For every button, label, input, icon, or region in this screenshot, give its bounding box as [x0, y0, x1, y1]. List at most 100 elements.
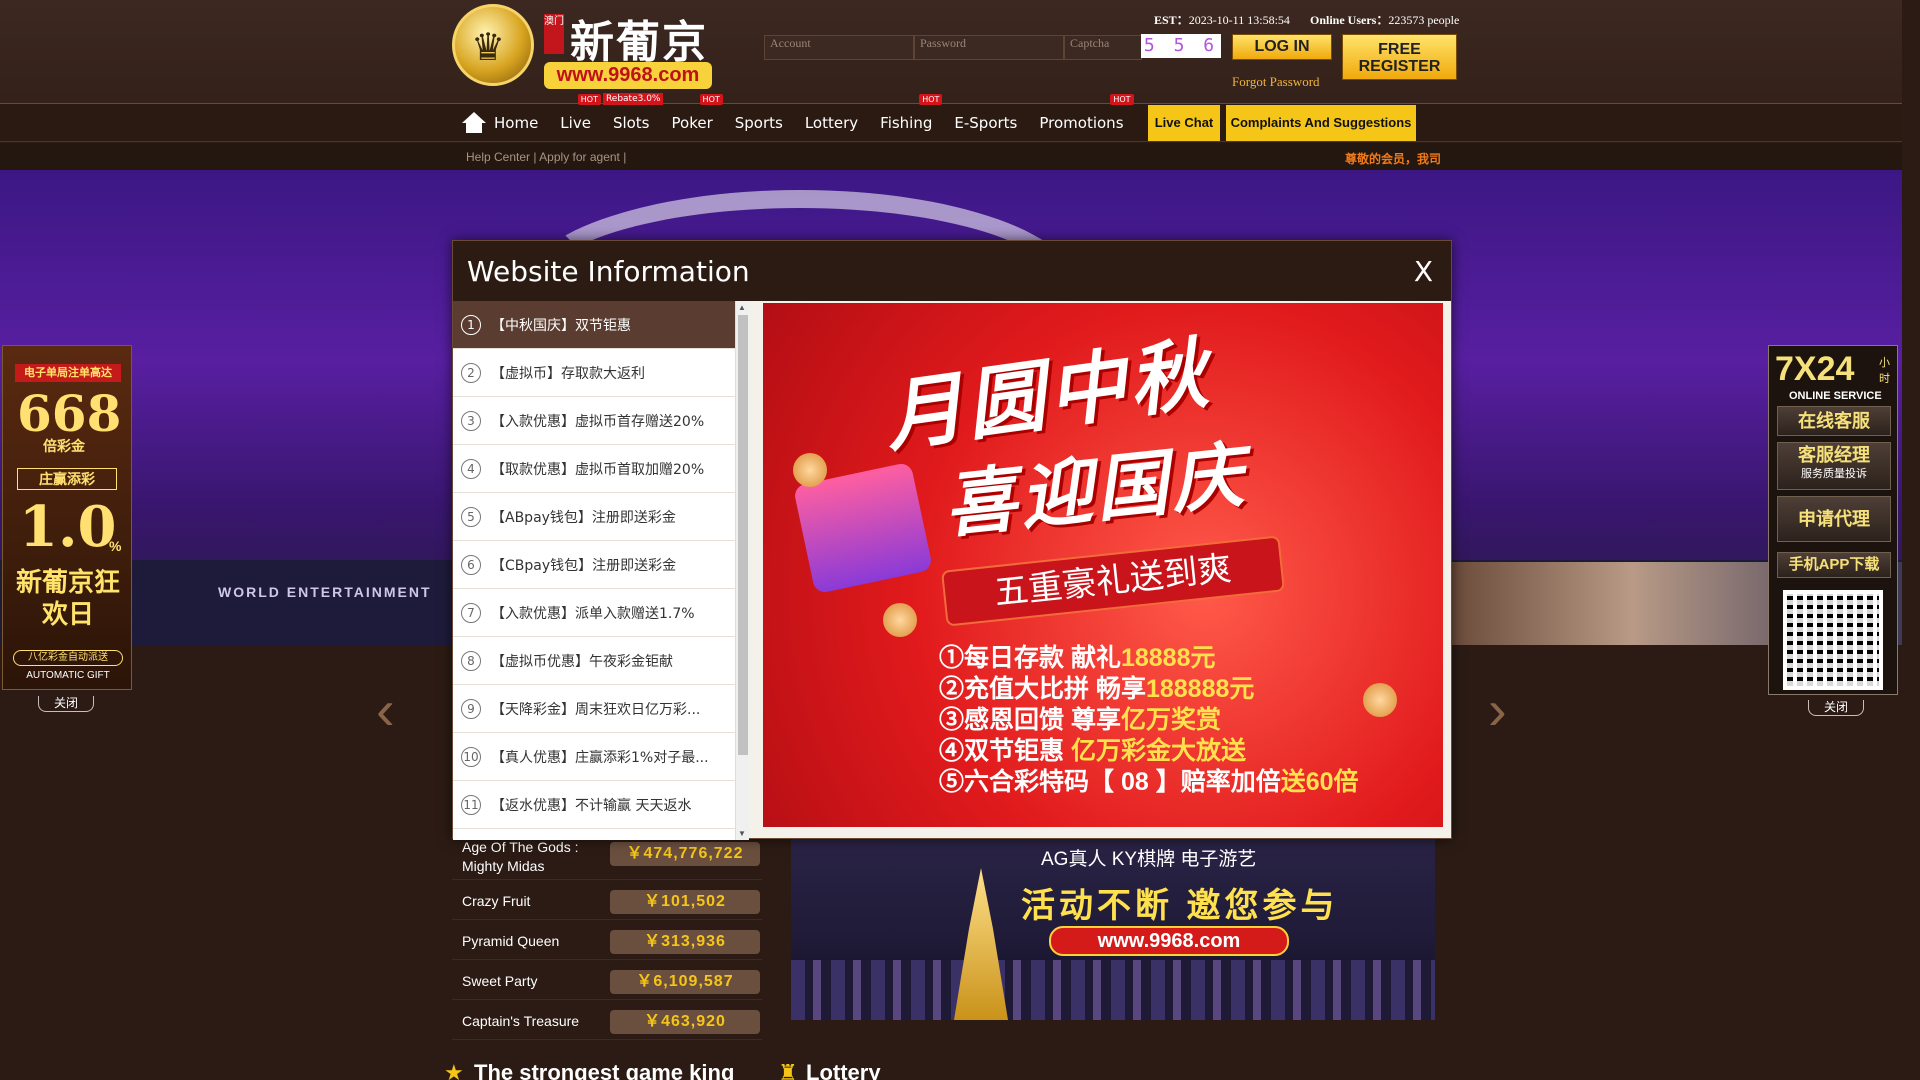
modal-title: Website Information [467, 255, 750, 288]
nav-promotions[interactable]: Promotions HOT [1039, 94, 1134, 132]
announcement-item[interactable]: 5 【ABpay钱包】注册即送彩金 [453, 493, 735, 541]
sub-nav: Help Center | Apply for agent | 尊敬的会员，我司 [0, 143, 1902, 170]
lf-unit: 倍彩金 [43, 438, 85, 454]
announcement-item[interactable]: 7 【入款优惠】派单入款赠送1.7% [453, 589, 735, 637]
site-logo[interactable]: ♛ 澳门 新葡京 www.9968.com [452, 4, 712, 90]
announcement-marquee[interactable]: 尊敬的会员，我司 [1345, 150, 1441, 167]
password-input[interactable]: Password [914, 35, 1064, 60]
coin-icon [1363, 683, 1397, 717]
promo2-mid: 活动不断 邀您参与 [1021, 887, 1339, 925]
promo-poster: 月圆中秋 喜迎国庆 五重豪礼送到爽 ①每日存款 献礼18888元 ②充值大比拼 … [763, 303, 1443, 827]
nav-slots[interactable]: Slots Rebate3.0% [602, 93, 664, 132]
hot-badge: HOT [699, 94, 723, 105]
live-chat-button[interactable]: Live Chat [1148, 105, 1220, 141]
lf-auto-cn: 八亿彩金自动派送 [13, 650, 123, 666]
separator: | [623, 150, 627, 164]
app-download-button[interactable]: 手机APP下载 [1777, 552, 1891, 578]
right-float-close-button[interactable]: 关闭 [1808, 700, 1864, 716]
apply-agent-link[interactable]: Apply for agent [539, 150, 620, 164]
lf-pct: % [109, 538, 122, 554]
section-title-lottery: Lottery [806, 1060, 881, 1080]
lf-title: 电子单局注单高达 [15, 364, 121, 382]
lf-rate: 1.0 [19, 494, 117, 560]
est-clock: EST：2023-10-11 13:58:54 [1154, 13, 1290, 27]
announcement-item[interactable]: 11 【返水优惠】不计输赢 天天返水 [453, 781, 735, 829]
banner-prev-icon[interactable]: ‹ [376, 680, 406, 740]
poster-offer: ④双节钜惠 亿万彩金大放送 [939, 737, 1246, 765]
left-float-close-button[interactable]: 关闭 [38, 696, 94, 712]
nav-home[interactable]: Home [494, 114, 538, 132]
section-title-game-king: The strongest game king [474, 1060, 735, 1080]
hot-badge: HOT [919, 94, 943, 105]
jackpot-row[interactable]: Sweet Party ￥6,109,587 [452, 962, 762, 1000]
list-scrollbar[interactable]: ▲ ▼ [735, 301, 749, 840]
main-nav: Home Live HOT Slots Rebate3.0% Poker HOT Sp… [0, 93, 1902, 142]
scroll-up-icon[interactable]: ▲ [738, 303, 746, 312]
lf-auto-en: AUTOMATIC GIFT [26, 670, 110, 681]
jackpot-row[interactable]: Age Of The Gods : Mighty Midas ￥474,776,… [452, 834, 762, 880]
modal-header: Website Information X [453, 241, 1451, 301]
login-button[interactable]: LOG IN [1232, 34, 1332, 60]
lf-zhuang: 庄赢添彩 [17, 468, 117, 490]
logo-emblem-icon: ♛ [452, 4, 534, 86]
lf-festival: 新葡京狂欢日 [15, 567, 120, 629]
banner-next-icon[interactable]: › [1488, 680, 1518, 740]
scrollbar-thumb[interactable] [738, 315, 748, 755]
complaints-button[interactable]: Complaints And Suggestions [1226, 105, 1416, 141]
register-button[interactable]: FREE REGISTER [1342, 34, 1457, 80]
account-input[interactable]: Account [764, 35, 914, 60]
home-icon[interactable] [462, 112, 486, 134]
apply-agent-button[interactable]: 申请代理 [1777, 496, 1891, 542]
poster-offer: ③感恩回馈 尊享亿万奖赏 [939, 706, 1221, 734]
jackpot-row[interactable]: Captain's Treasure ￥463,920 [452, 1002, 762, 1040]
logo-name: 新葡京 [570, 17, 708, 68]
announcement-item[interactable]: 3 【入款优惠】虚拟币首存赠送20% [453, 397, 735, 445]
poster-offer: ①每日存款 献礼18888元 [939, 644, 1216, 672]
coin-icon [883, 603, 917, 637]
lf-value: 668 [17, 384, 122, 443]
nav-poker[interactable]: Poker HOT [672, 94, 723, 132]
rf-hours: 7X24 [1775, 350, 1855, 388]
rf-hours-unit: 小时 [1879, 357, 1890, 385]
separator: | [533, 150, 537, 164]
poster-offer: ⑤六合彩特码【 08 】赔率加倍送60倍 [939, 768, 1359, 796]
rf-online-en: ONLINE SERVICE [1789, 390, 1882, 402]
promo-banner-secondary[interactable]: AG真人 KY棋牌 电子游艺 活动不断 邀您参与 www.9968.com [791, 838, 1435, 1020]
forgot-password-link[interactable]: Forgot Password [1232, 74, 1320, 90]
site-header: ♛ 澳门 新葡京 www.9968.com EST：2023-10-11 13:… [0, 0, 1902, 104]
nav-sports[interactable]: Sports [735, 114, 783, 132]
captcha-image[interactable]: 5 5 6 [1141, 34, 1221, 58]
tower-graphic [954, 868, 1008, 1020]
nav-lottery[interactable]: Lottery [805, 114, 858, 132]
poster-offer: ②充值大比拼 畅享188888元 [939, 675, 1255, 703]
right-float-service: 7X24 小时 ONLINE SERVICE 在线客服 客服经理 服务质量投诉 申… [1768, 345, 1898, 695]
announcement-item[interactable]: 9 【天降彩金】周末狂欢日亿万彩... [453, 685, 735, 733]
left-float-ad[interactable]: 电子单局注单高达 668 倍彩金 庄赢添彩 1.0 % 新葡京狂欢日 八亿彩金自… [2, 345, 132, 690]
logo-url: www.9968.com [544, 62, 712, 89]
announcement-item[interactable]: 8 【虚拟币优惠】午夜彩金钜献 [453, 637, 735, 685]
announcement-item[interactable]: 6 【CBpay钱包】注册即送彩金 [453, 541, 735, 589]
announcement-item[interactable]: 4 【取款优惠】虚拟币首取加赠20% [453, 445, 735, 493]
scroll-down-icon[interactable]: ▼ [738, 829, 746, 838]
online-service-button[interactable]: 在线客服 [1777, 406, 1891, 436]
nav-live[interactable]: Live HOT [560, 94, 601, 132]
rebate-badge: Rebate3.0% [602, 93, 664, 105]
announcement-item[interactable]: 1 【中秋国庆】双节钜惠 [453, 301, 735, 349]
help-center-link[interactable]: Help Center [466, 150, 530, 164]
jackpot-row[interactable]: Crazy Fruit ￥101,502 [452, 882, 762, 920]
promo2-top: AG真人 KY棋牌 电子游艺 [1041, 849, 1257, 870]
service-manager-button[interactable]: 客服经理 服务质量投诉 [1777, 442, 1891, 490]
announcement-item[interactable]: 10 【真人优惠】庄赢添彩1%对子最... [453, 733, 735, 781]
jackpot-row[interactable]: Pyramid Queen ￥313,936 [452, 922, 762, 960]
promo2-url: www.9968.com [1049, 926, 1289, 956]
captcha-input[interactable]: Captcha [1064, 35, 1142, 60]
qr-code-icon[interactable] [1783, 590, 1883, 690]
announcement-item[interactable]: 2 【虚拟币】存取款大返利 [453, 349, 735, 397]
poster-offer-list: ①每日存款 献礼18888元 ②充值大比拼 畅享188888元 ③感恩回馈 尊享… [939, 643, 1359, 798]
logo-seal: 澳门 [544, 14, 564, 54]
announcement-list: 1 【中秋国庆】双节钜惠 2 【虚拟币】存取款大返利 3 【入款优惠】虚拟币首存赠送2… [453, 301, 735, 840]
nav-esports[interactable]: E-Sports [954, 114, 1017, 132]
nav-fishing[interactable]: Fishing HOT [880, 94, 943, 132]
city-skyline [791, 960, 1435, 1020]
modal-close-button[interactable]: X [1414, 255, 1433, 288]
